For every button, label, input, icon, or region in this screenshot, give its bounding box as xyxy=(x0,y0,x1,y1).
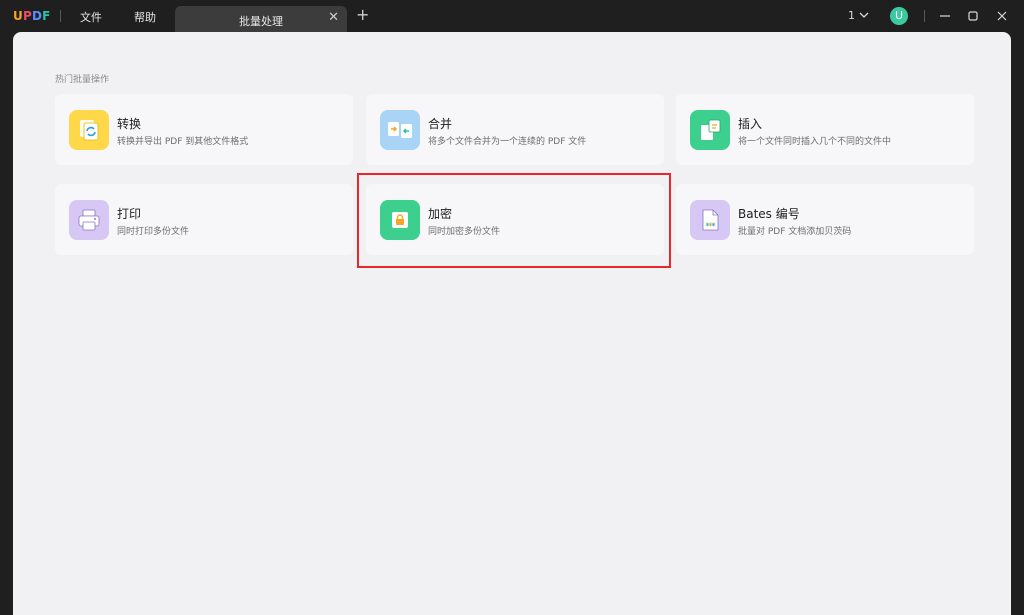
card-bates[interactable]: Bates 编号 批量对 PDF 文档添加贝茨码 xyxy=(676,184,974,255)
card-description: 批量对 PDF 文档添加贝茨码 xyxy=(738,227,852,237)
menu-help[interactable]: 帮助 xyxy=(134,9,156,25)
minimize-icon[interactable] xyxy=(938,9,952,23)
menu-file[interactable]: 文件 xyxy=(80,9,102,25)
title-bar: UPDF 文件 帮助 批量处理 ✕ + 1 U xyxy=(0,0,1024,32)
divider xyxy=(60,10,61,22)
section-title: 热门批量操作 xyxy=(55,75,110,85)
maximize-icon[interactable] xyxy=(966,9,980,23)
convert-icon xyxy=(69,110,109,150)
print-icon xyxy=(69,200,109,240)
card-merge[interactable]: 合并 将多个文件合并为一个连续的 PDF 文件 xyxy=(366,94,664,165)
card-title: 插入 xyxy=(738,117,763,131)
card-description: 同时打印多份文件 xyxy=(117,227,190,237)
tab-batch[interactable]: 批量处理 ✕ xyxy=(175,6,347,32)
merge-icon xyxy=(380,110,420,150)
insert-icon xyxy=(690,110,730,150)
card-insert[interactable]: 插入 将一个文件同时插入几个不同的文件中 xyxy=(676,94,974,165)
avatar[interactable]: U xyxy=(890,7,908,25)
page-count: 1 xyxy=(848,9,855,22)
tab-label: 批量处理 xyxy=(239,15,283,28)
card-print[interactable]: 打印 同时打印多份文件 xyxy=(55,184,353,255)
card-title: Bates 编号 xyxy=(738,207,800,221)
card-title: 打印 xyxy=(117,207,142,221)
highlight-box xyxy=(357,173,671,268)
chevron-down-icon[interactable] xyxy=(859,10,869,20)
card-description: 转换并导出 PDF 到其他文件格式 xyxy=(117,137,249,147)
card-title: 合并 xyxy=(428,117,453,131)
card-title: 转换 xyxy=(117,117,142,131)
card-description: 将一个文件同时插入几个不同的文件中 xyxy=(738,137,892,147)
bates-icon xyxy=(690,200,730,240)
card-description: 将多个文件合并为一个连续的 PDF 文件 xyxy=(428,137,587,147)
main-panel: 热门批量操作 转换 转换并导出 PDF 到其他文件格式 合并 将多个文件合并为一… xyxy=(13,32,1011,615)
close-icon[interactable]: ✕ xyxy=(328,11,339,25)
app-logo: UPDF xyxy=(13,9,51,23)
close-window-icon[interactable] xyxy=(995,9,1009,23)
divider xyxy=(924,10,925,22)
add-tab-button[interactable]: + xyxy=(356,7,369,23)
card-convert[interactable]: 转换 转换并导出 PDF 到其他文件格式 xyxy=(55,94,353,165)
